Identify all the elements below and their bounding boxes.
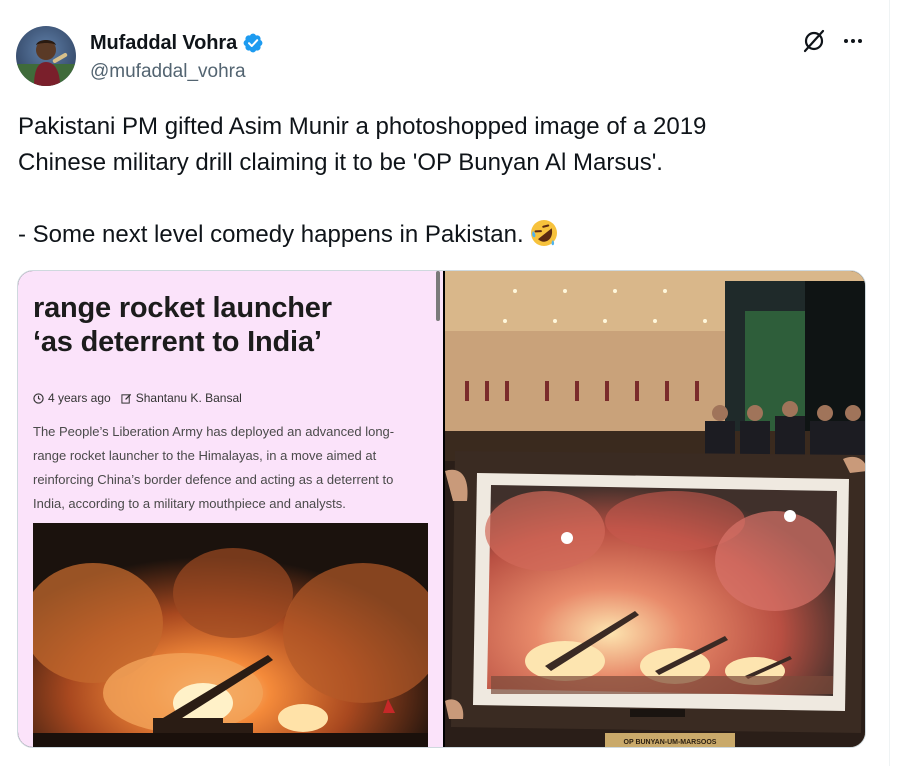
clock-icon [33,392,44,404]
article-author-text: Shantanu K. Bansal [135,391,242,405]
verified-badge-icon[interactable] [242,32,264,54]
author-handle[interactable]: @mufaddal_vohra [90,61,264,83]
tweet-text: Pakistani PM gifted Asim Munir a photosh… [18,109,868,253]
tweet-text-line-1: Pakistani PM gifted Asim Munir a photosh… [18,113,707,140]
article-time-text: 4 years ago [48,391,111,405]
article-headline-line-1: range rocket launcher [33,292,332,324]
edit-icon [121,393,131,404]
article-scrollbar [436,271,440,321]
timeline-border [889,0,890,766]
rolling-laughing-emoji-icon [530,219,558,247]
tweet-text-line-3: - Some next level comedy happens in Paki… [18,221,524,248]
more-dot [844,39,848,43]
more-dot [851,39,855,43]
more-horizontal-icon[interactable] [839,28,867,54]
author-display-name[interactable]: Mufaddal Vohra [90,32,237,55]
article-author: Shantanu K. Bansal [121,391,242,405]
user-avatar-image [16,26,76,86]
media-grid[interactable]: range rocket launcher ‘as deterrent to I… [17,270,866,748]
tweet-header: Mufaddal Vohra @mufaddal_vohra [16,26,876,90]
article-headline: range rocket launcher ‘as deterrent to I… [33,271,433,359]
plaque-text: OP BUNYAN-UM-MARSOOS [624,739,717,746]
article-screenshot-image[interactable]: range rocket launcher ‘as deterrent to I… [18,271,443,747]
ceremony-photo-image[interactable]: OP BUNYAN-UM-MARSOOS [445,271,865,747]
article-body-text: The People’s Liberation Army has deploye… [33,424,395,511]
article-time: 4 years ago [33,391,111,405]
author-names: Mufaddal Vohra @mufaddal_vohra [90,30,264,83]
article-meta: 4 years ago Shantanu K. Bansal [33,391,242,405]
more-dot [858,39,862,43]
tweet-text-line-2: Chinese military drill claiming it to be… [18,149,663,176]
article-headline-line-2: ‘as deterrent to India’ [33,326,322,358]
avatar[interactable] [16,26,76,86]
rocket-launch-photo [33,523,428,747]
grok-icon[interactable] [801,28,827,54]
